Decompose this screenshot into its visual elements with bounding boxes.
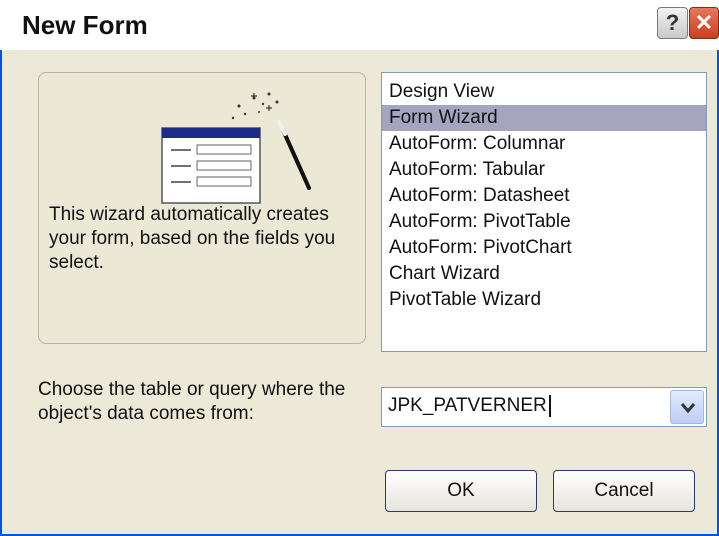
- close-button[interactable]: ✕: [689, 7, 719, 39]
- dropdown-button[interactable]: [670, 390, 704, 424]
- list-item-autoform-tabular[interactable]: AutoForm: Tabular: [382, 157, 706, 183]
- ok-button[interactable]: OK: [385, 470, 537, 512]
- source-label: Choose the table or query where the obje…: [38, 379, 346, 424]
- chevron-down-icon: [680, 403, 696, 414]
- preview-panel: This wizard automatically creates your f…: [38, 72, 366, 344]
- list-item-autoform-pivottable[interactable]: AutoForm: PivotTable: [382, 209, 706, 235]
- title-bar: New Form ? ✕: [0, 0, 719, 50]
- list-item-autoform-datasheet[interactable]: AutoForm: Datasheet: [382, 183, 706, 209]
- wizard-description: This wizard automatically creates your f…: [49, 204, 336, 273]
- help-button[interactable]: ?: [657, 7, 688, 39]
- list-item-pivottable-wizard[interactable]: PivotTable Wizard: [382, 287, 706, 313]
- list-item-form-wizard[interactable]: Form Wizard: [382, 105, 706, 131]
- source-combobox[interactable]: JPK_PATVERNER: [381, 387, 707, 427]
- list-item-autoform-pivotchart[interactable]: AutoForm: PivotChart: [382, 235, 706, 261]
- window-title: New Form: [22, 10, 148, 40]
- form-type-list[interactable]: Design View Form Wizard AutoForm: Column…: [381, 72, 707, 352]
- source-value[interactable]: JPK_PATVERNER: [388, 395, 551, 417]
- list-item-chart-wizard[interactable]: Chart Wizard: [382, 261, 706, 287]
- list-item-design-view[interactable]: Design View: [382, 79, 706, 105]
- list-item-autoform-columnar[interactable]: AutoForm: Columnar: [382, 131, 706, 157]
- cancel-button[interactable]: Cancel: [553, 470, 695, 512]
